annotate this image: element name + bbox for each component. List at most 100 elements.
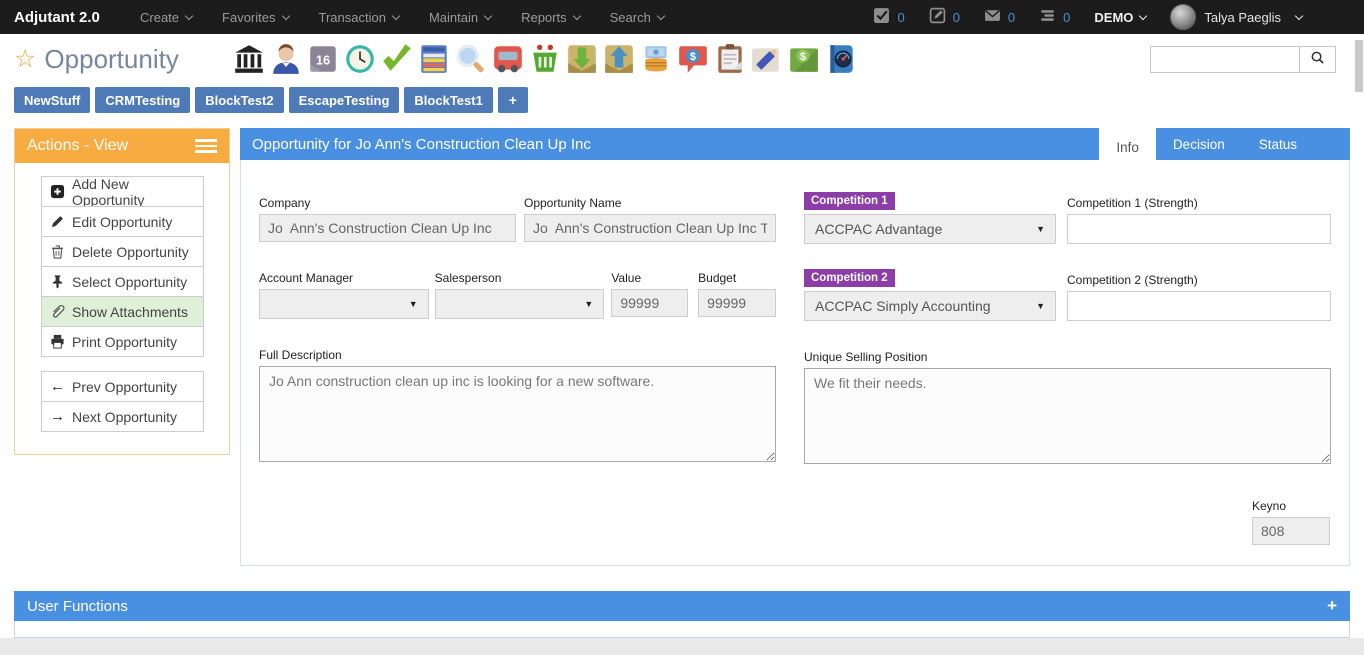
- clipboard-icon[interactable]: [713, 42, 747, 76]
- scrollbar[interactable]: [1355, 40, 1363, 92]
- truck-icon[interactable]: [491, 42, 525, 76]
- workspace-tab-crmtesting[interactable]: CRMTesting: [95, 87, 190, 113]
- hand-money-icon[interactable]: [639, 42, 673, 76]
- menu-favorites[interactable]: Favorites: [222, 10, 288, 25]
- competition1-strength-input[interactable]: [1067, 214, 1331, 244]
- value-input[interactable]: [611, 289, 688, 317]
- sidebar-body: Add New Opportunity Edit Opportunity Del…: [15, 163, 229, 454]
- competition1-badge: Competition 1: [804, 192, 895, 210]
- salesperson-field: Salesperson: [435, 265, 605, 319]
- keyno-input[interactable]: [1252, 517, 1330, 545]
- chevron-down-icon: [484, 11, 492, 19]
- workspace-tab-blocktest1[interactable]: BlockTest1: [404, 87, 492, 113]
- cash-icon[interactable]: $: [787, 42, 821, 76]
- competition2-select[interactable]: ACCPAC Simply Accounting: [804, 291, 1056, 321]
- workspace-tab-add-button[interactable]: +: [498, 87, 528, 113]
- account-manager-label: Account Manager: [259, 271, 353, 285]
- add-new-opportunity-button[interactable]: Add New Opportunity: [41, 176, 204, 207]
- sidebar-header: Actions - View: [15, 129, 229, 163]
- envelope-icon: [984, 7, 1001, 27]
- menu-search[interactable]: Search: [610, 10, 664, 25]
- pencil-note-icon[interactable]: [750, 42, 784, 76]
- calendar-icon[interactable]: 16: [306, 42, 340, 76]
- panel-title: Opportunity for Jo Ann's Construction Cl…: [252, 136, 591, 153]
- tab-decision[interactable]: Decision: [1156, 128, 1242, 160]
- panel-body: Company Opportunity Name Account Manager: [240, 160, 1350, 566]
- gauge-icon[interactable]: [824, 42, 858, 76]
- show-attachments-button[interactable]: Show Attachments: [41, 296, 204, 327]
- next-opportunity-button[interactable]: Next Opportunity: [41, 401, 204, 432]
- salesperson-label: Salesperson: [435, 271, 502, 285]
- tasks-counter[interactable]: 0: [873, 7, 904, 27]
- opportunity-panel: Opportunity for Jo Ann's Construction Cl…: [240, 128, 1350, 566]
- workspace-tabs: NewStuff CRMTesting BlockTest2 EscapeTes…: [0, 84, 1364, 122]
- account-manager-select[interactable]: [259, 289, 429, 319]
- favorite-star-icon[interactable]: [14, 44, 44, 74]
- salesperson-select[interactable]: [435, 289, 605, 319]
- competition1-select[interactable]: ACCPAC Advantage: [804, 214, 1056, 244]
- avatar: [1170, 4, 1196, 30]
- magnifier-icon[interactable]: [454, 42, 488, 76]
- add-user-function-button[interactable]: +: [1327, 596, 1337, 616]
- page-title: Opportunity: [44, 44, 178, 75]
- check-square-icon: [873, 7, 890, 27]
- checkmark-icon[interactable]: [380, 42, 414, 76]
- svg-text:$: $: [800, 51, 806, 63]
- chevron-down-icon: [1139, 11, 1147, 19]
- demo-menu[interactable]: DEMO: [1094, 10, 1146, 25]
- app-brand[interactable]: Adjutant 2.0: [0, 9, 140, 26]
- competition2-strength-field: Competition 2 (Strength): [1067, 267, 1331, 321]
- workspace-tab-escapetesting[interactable]: EscapeTesting: [289, 87, 400, 113]
- edits-counter[interactable]: 0: [929, 7, 960, 27]
- menu-reports[interactable]: Reports: [521, 10, 580, 25]
- download-icon[interactable]: [565, 42, 599, 76]
- prev-opportunity-button[interactable]: Prev Opportunity: [41, 371, 204, 402]
- chevron-down-icon: [572, 11, 580, 19]
- queue-count: 0: [1063, 10, 1070, 25]
- toolbar-icons: 16 $ $: [232, 42, 858, 76]
- queue-counter[interactable]: 0: [1039, 7, 1070, 27]
- messages-counter[interactable]: 0: [984, 7, 1015, 27]
- menu-transaction[interactable]: Transaction: [319, 10, 399, 25]
- edit-opportunity-button[interactable]: Edit Opportunity: [41, 206, 204, 237]
- print-opportunity-button[interactable]: Print Opportunity: [41, 326, 204, 357]
- company-input[interactable]: [259, 214, 516, 242]
- opportunity-name-input[interactable]: [524, 214, 776, 242]
- upload-icon[interactable]: [602, 42, 636, 76]
- chevron-down-icon: [281, 11, 289, 19]
- search-button[interactable]: [1300, 46, 1336, 73]
- tab-info[interactable]: Info: [1099, 128, 1156, 166]
- money-chat-icon[interactable]: $: [676, 42, 710, 76]
- bank-icon[interactable]: [232, 42, 266, 76]
- workspace-tab-blocktest2[interactable]: BlockTest2: [195, 87, 283, 113]
- tab-status[interactable]: Status: [1242, 128, 1314, 160]
- trash-icon: [50, 244, 65, 259]
- spreadsheet-icon[interactable]: [417, 42, 451, 76]
- menu-create[interactable]: Create: [140, 10, 192, 25]
- unique-selling-position-textarea[interactable]: [804, 368, 1331, 464]
- budget-input[interactable]: [698, 289, 776, 317]
- value-label: Value: [611, 271, 641, 285]
- opportunity-form: Company Opportunity Name Account Manager: [241, 160, 1349, 469]
- full-description-textarea[interactable]: [259, 366, 776, 462]
- opportunity-name-field: Opportunity Name: [524, 190, 776, 242]
- hamburger-menu-icon[interactable]: [195, 139, 217, 153]
- user-menu[interactable]: Talya Paeglis: [1170, 4, 1302, 30]
- person-icon[interactable]: [269, 42, 303, 76]
- workspace-tab-newstuff[interactable]: NewStuff: [14, 87, 90, 113]
- search-input[interactable]: [1150, 46, 1300, 73]
- competition1-field: Competition 1 ACCPAC Advantage: [804, 190, 1056, 244]
- tasks-count: 0: [897, 10, 904, 25]
- full-description-field: Full Description: [259, 342, 776, 467]
- select-opportunity-button[interactable]: Select Opportunity: [41, 266, 204, 297]
- menu-maintain[interactable]: Maintain: [429, 10, 491, 25]
- clock-icon[interactable]: [343, 42, 377, 76]
- competition2-strength-input[interactable]: [1067, 291, 1331, 321]
- value-field: Value: [611, 265, 688, 319]
- full-description-label: Full Description: [259, 348, 342, 362]
- pencil-square-icon: [929, 7, 946, 27]
- delete-opportunity-button[interactable]: Delete Opportunity: [41, 236, 204, 267]
- unique-selling-position-field: Unique Selling Position: [804, 344, 1331, 469]
- basket-icon[interactable]: [528, 42, 562, 76]
- action-group-main: Add New Opportunity Edit Opportunity Del…: [41, 176, 204, 357]
